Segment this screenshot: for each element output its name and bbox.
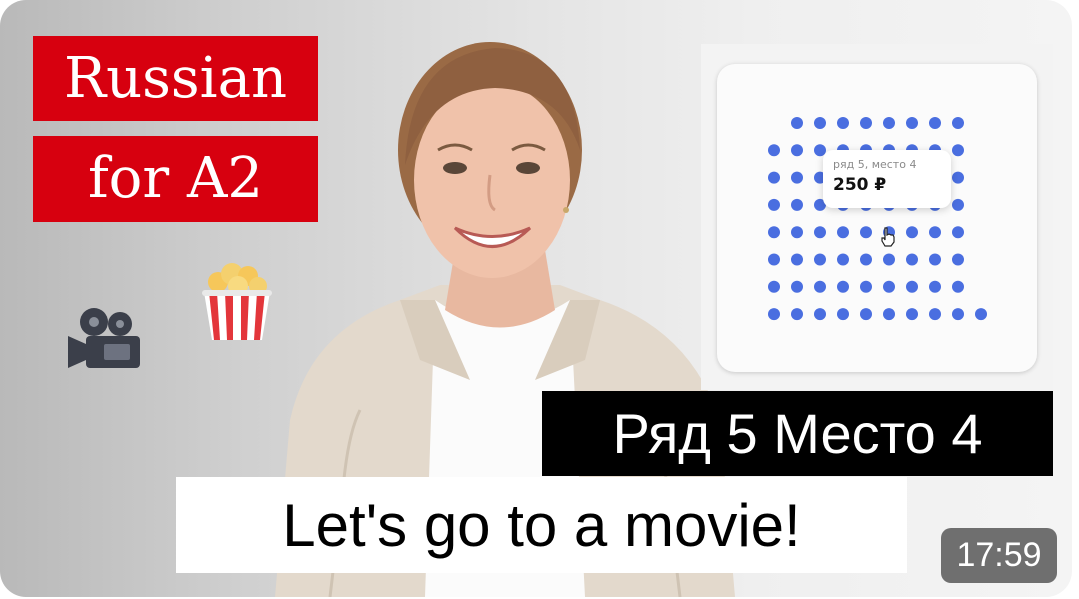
seat-dot[interactable] xyxy=(860,308,872,321)
title-line-1: Russian xyxy=(63,45,288,111)
seat-dot[interactable] xyxy=(952,226,964,239)
seat-dot[interactable] xyxy=(837,308,849,321)
caption-russian: Ряд 5 Место 4 xyxy=(542,391,1053,476)
seat-dot[interactable] xyxy=(906,226,918,239)
seat-dot[interactable] xyxy=(906,280,918,293)
seat-dot[interactable] xyxy=(906,253,918,266)
caption-russian-text: Ряд 5 Место 4 xyxy=(612,402,983,465)
seat-dot[interactable] xyxy=(952,280,964,293)
seat-dot[interactable] xyxy=(952,308,964,321)
seat-dot[interactable] xyxy=(768,144,780,157)
title-line-2: for A2 xyxy=(87,146,264,211)
duration-badge: 17:59 xyxy=(941,528,1057,583)
seat-dot[interactable] xyxy=(791,308,803,321)
seat-dot[interactable] xyxy=(768,308,780,321)
seat-dot[interactable] xyxy=(929,117,941,129)
seat-dot[interactable] xyxy=(837,117,849,129)
title-badge-level: for A2 xyxy=(33,136,318,222)
seat-dot[interactable] xyxy=(814,226,826,239)
seat-dot[interactable] xyxy=(814,253,826,266)
seat-dot[interactable] xyxy=(929,308,941,321)
seat-dot[interactable] xyxy=(883,280,895,293)
seat-dot[interactable] xyxy=(768,198,780,211)
seat-dot[interactable] xyxy=(906,308,918,321)
movie-camera-icon xyxy=(68,308,140,368)
seat-dot[interactable] xyxy=(768,280,780,293)
seat-dot[interactable] xyxy=(814,308,826,321)
seat-dot[interactable] xyxy=(952,144,964,157)
seat-dot[interactable] xyxy=(837,253,849,266)
seat-dot[interactable] xyxy=(883,308,895,321)
seat-map[interactable] xyxy=(717,64,1037,372)
seat-dot[interactable] xyxy=(860,280,872,293)
seat-dot[interactable] xyxy=(860,117,872,129)
video-thumbnail[interactable]: Russian for A2 ряд 5, место 4 250 ₽ Ряд … xyxy=(0,0,1072,597)
seat-dot[interactable] xyxy=(768,253,780,266)
duration-text: 17:59 xyxy=(956,536,1042,574)
caption-english-text: Let's go to a movie! xyxy=(282,491,801,559)
seat-dot[interactable] xyxy=(952,117,964,129)
seat-dot[interactable] xyxy=(929,226,941,239)
seat-dot[interactable] xyxy=(929,253,941,266)
seat-dot[interactable] xyxy=(837,226,849,239)
caption-english: Let's go to a movie! xyxy=(176,477,907,573)
seat-dot[interactable] xyxy=(814,280,826,293)
seat-dot[interactable] xyxy=(768,226,780,239)
seat-dot[interactable] xyxy=(791,226,803,239)
seat-dot[interactable] xyxy=(952,198,964,211)
seat-dot[interactable] xyxy=(791,280,803,293)
seat-dot[interactable] xyxy=(791,117,803,129)
seat-dot[interactable] xyxy=(975,308,987,321)
seat-dot[interactable] xyxy=(883,253,895,266)
seat-dot[interactable] xyxy=(791,171,803,184)
tooltip-seat-label: ряд 5, место 4 xyxy=(833,158,917,171)
hand-pointer-icon xyxy=(881,227,895,247)
seat-dot[interactable] xyxy=(883,117,895,129)
title-badge-russian: Russian xyxy=(33,36,318,121)
seat-dot[interactable] xyxy=(791,144,803,157)
seat-dot[interactable] xyxy=(837,280,849,293)
popcorn-icon xyxy=(202,263,272,340)
seat-dot[interactable] xyxy=(952,253,964,266)
seat-dot[interactable] xyxy=(952,171,964,184)
seat-dot[interactable] xyxy=(860,226,872,239)
seat-dot[interactable] xyxy=(791,198,803,211)
seat-dot[interactable] xyxy=(768,171,780,184)
seat-dot[interactable] xyxy=(929,280,941,293)
seat-dot[interactable] xyxy=(814,117,826,129)
tooltip-price: 250 ₽ xyxy=(833,175,887,195)
seat-dot[interactable] xyxy=(906,117,918,129)
seat-dot[interactable] xyxy=(860,253,872,266)
seat-dot[interactable] xyxy=(791,253,803,266)
seat-tooltip: ряд 5, место 4 250 ₽ xyxy=(823,150,951,208)
